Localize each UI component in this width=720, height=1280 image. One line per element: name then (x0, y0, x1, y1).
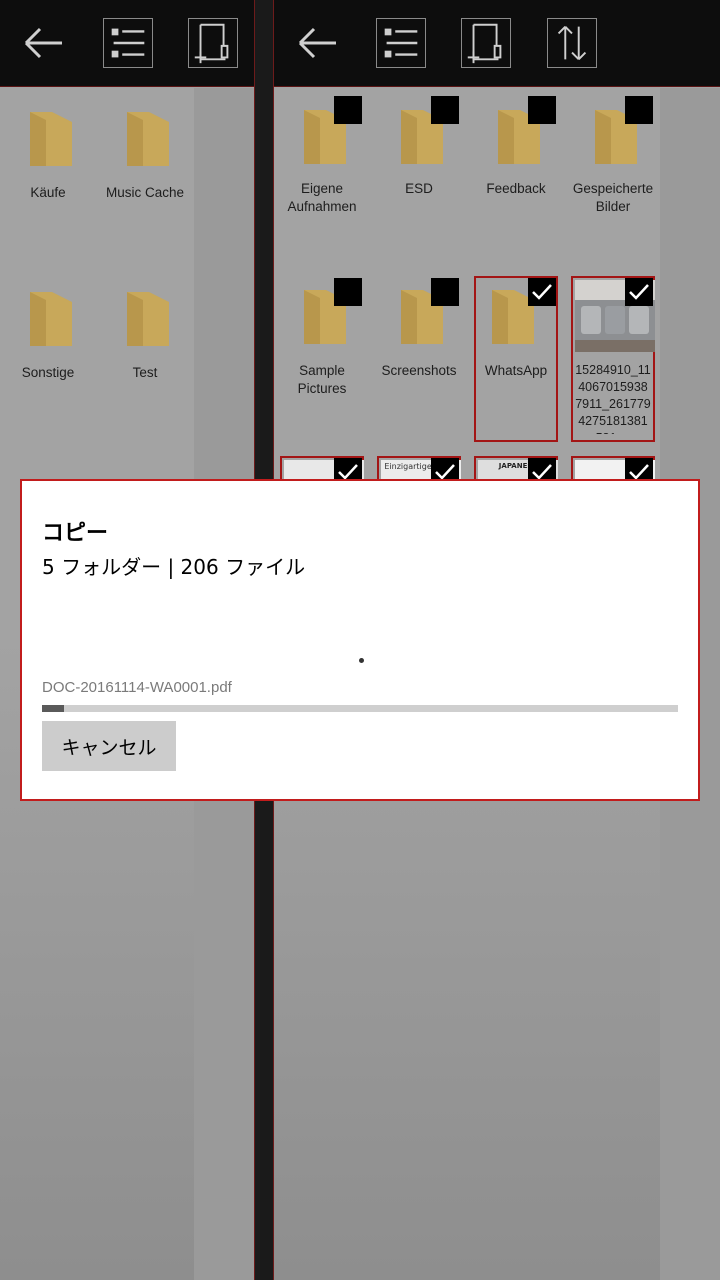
selection-checkbox[interactable] (431, 278, 459, 306)
back-button[interactable] (18, 18, 68, 68)
folder-item[interactable]: Sample Pictures (280, 276, 364, 442)
new-folder-button[interactable] (188, 18, 238, 68)
current-file-name: DOC-20161114-WA0001.pdf (42, 679, 232, 696)
folder-name: Sample Pictures (297, 363, 347, 396)
folder-icon (123, 288, 173, 350)
arrow-left-icon (24, 27, 62, 59)
selection-checkbox-checked[interactable] (528, 278, 556, 306)
copy-progress-dialog: コピー 5 フォルダー | 206 ファイル DOC-20161114-WA00… (20, 479, 700, 801)
new-folder-icon (194, 23, 229, 64)
selection-checkbox[interactable] (431, 96, 459, 124)
selection-checkbox[interactable] (334, 278, 362, 306)
folder-name: Käufe (30, 185, 66, 200)
folder-item[interactable]: Eigene Aufnahmen (280, 94, 364, 260)
folder-name: Screenshots (381, 363, 457, 378)
new-folder-button[interactable] (461, 18, 511, 68)
selection-checkbox-checked[interactable] (625, 278, 653, 306)
dialog-title: コピー (42, 521, 109, 546)
arrow-left-icon (298, 27, 336, 59)
folder-item-selected[interactable]: WhatsApp (474, 276, 558, 442)
selection-checkbox[interactable] (528, 96, 556, 124)
folder-item[interactable]: Feedback (474, 94, 558, 260)
folder-icon (26, 288, 76, 350)
folder-icon (26, 108, 76, 170)
folder-name: WhatsApp (484, 363, 548, 378)
folder-item[interactable]: Music Cache (103, 100, 187, 266)
folder-item[interactable]: Screenshots (377, 276, 461, 442)
checkmark-icon (532, 284, 552, 300)
folder-name: Gespeicherte Bilder (572, 181, 654, 214)
sort-button[interactable] (547, 18, 597, 68)
dialog-item-count: 5 フォルダー | 206 ファイル (42, 555, 306, 579)
image-file-item-selected[interactable]: 15284910_1140670159387911_26177942751813… (571, 276, 655, 442)
list-view-button[interactable] (376, 18, 426, 68)
file-name: 15284910_1140670159387911_26177942751813… (575, 363, 651, 434)
folder-item[interactable]: Käufe (6, 100, 90, 266)
selection-checkbox[interactable] (625, 96, 653, 124)
folder-item[interactable]: Test (103, 280, 187, 446)
sort-icon (557, 26, 587, 60)
list-view-icon (111, 28, 145, 58)
back-button[interactable] (292, 18, 342, 68)
progress-bar-fill (42, 705, 65, 712)
left-toolbar (0, 0, 254, 87)
folder-item[interactable]: ESD (377, 94, 461, 260)
folder-item[interactable]: Sonstige (6, 280, 90, 446)
folder-name: Feedback (486, 181, 546, 196)
progress-bar (42, 705, 678, 712)
checkmark-icon (629, 284, 649, 300)
folder-name: Test (132, 365, 158, 380)
right-toolbar (274, 0, 720, 87)
busy-indicator (359, 658, 364, 663)
folder-icon (123, 108, 173, 170)
folder-item[interactable]: Gespeicherte Bilder (571, 94, 655, 260)
selection-checkbox[interactable] (334, 96, 362, 124)
new-folder-icon (467, 23, 502, 64)
list-view-icon (384, 28, 418, 58)
folder-name: Sonstige (21, 365, 75, 380)
cancel-button[interactable]: キャンセル (42, 721, 176, 771)
list-view-button[interactable] (103, 18, 153, 68)
folder-name: Eigene Aufnahmen (287, 181, 357, 214)
folder-name: ESD (405, 181, 433, 196)
folder-name: Music Cache (105, 185, 185, 200)
